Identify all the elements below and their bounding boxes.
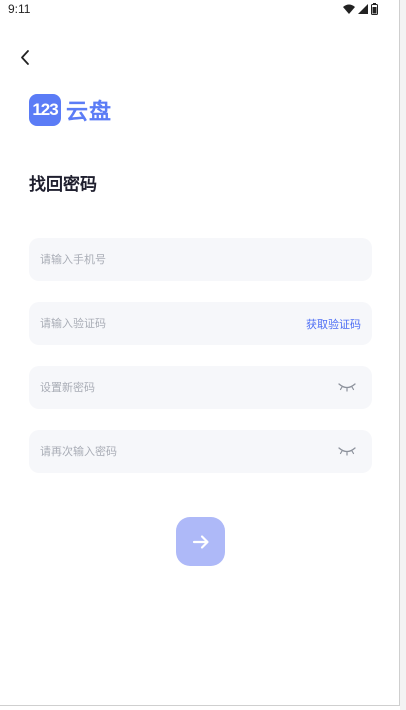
background-window-edge [400,0,406,710]
confirm-password-input[interactable] [40,430,290,473]
status-bar: 9:11 [0,0,400,20]
get-code-button[interactable]: 获取验证码 [306,316,361,332]
page-title: 找回密码 [29,175,97,195]
confirm-password-field [29,430,372,473]
back-button[interactable] [14,46,38,70]
verification-code-input[interactable] [40,302,290,345]
eye-closed-icon[interactable] [338,446,356,456]
new-password-field [29,366,372,409]
app-screen: 9:11 123 云盘 找回密码 获取验证码 [0,0,400,706]
verification-code-field: 获取验证码 [29,302,372,345]
eye-closed-icon[interactable] [338,382,356,392]
chevron-left-icon [21,50,29,65]
logo-badge: 123 [29,94,61,126]
status-time: 9:11 [8,2,31,16]
logo-text: 云盘 [66,100,113,125]
wifi-icon [343,4,355,14]
arrow-right-icon [192,534,209,549]
status-icons [343,3,378,15]
brand-logo: 123 云盘 [29,94,112,126]
battery-icon [371,3,378,15]
signal-icon [358,4,368,14]
phone-field [29,238,372,281]
new-password-input[interactable] [40,366,290,409]
submit-button[interactable] [176,517,225,566]
phone-input[interactable] [40,238,290,281]
